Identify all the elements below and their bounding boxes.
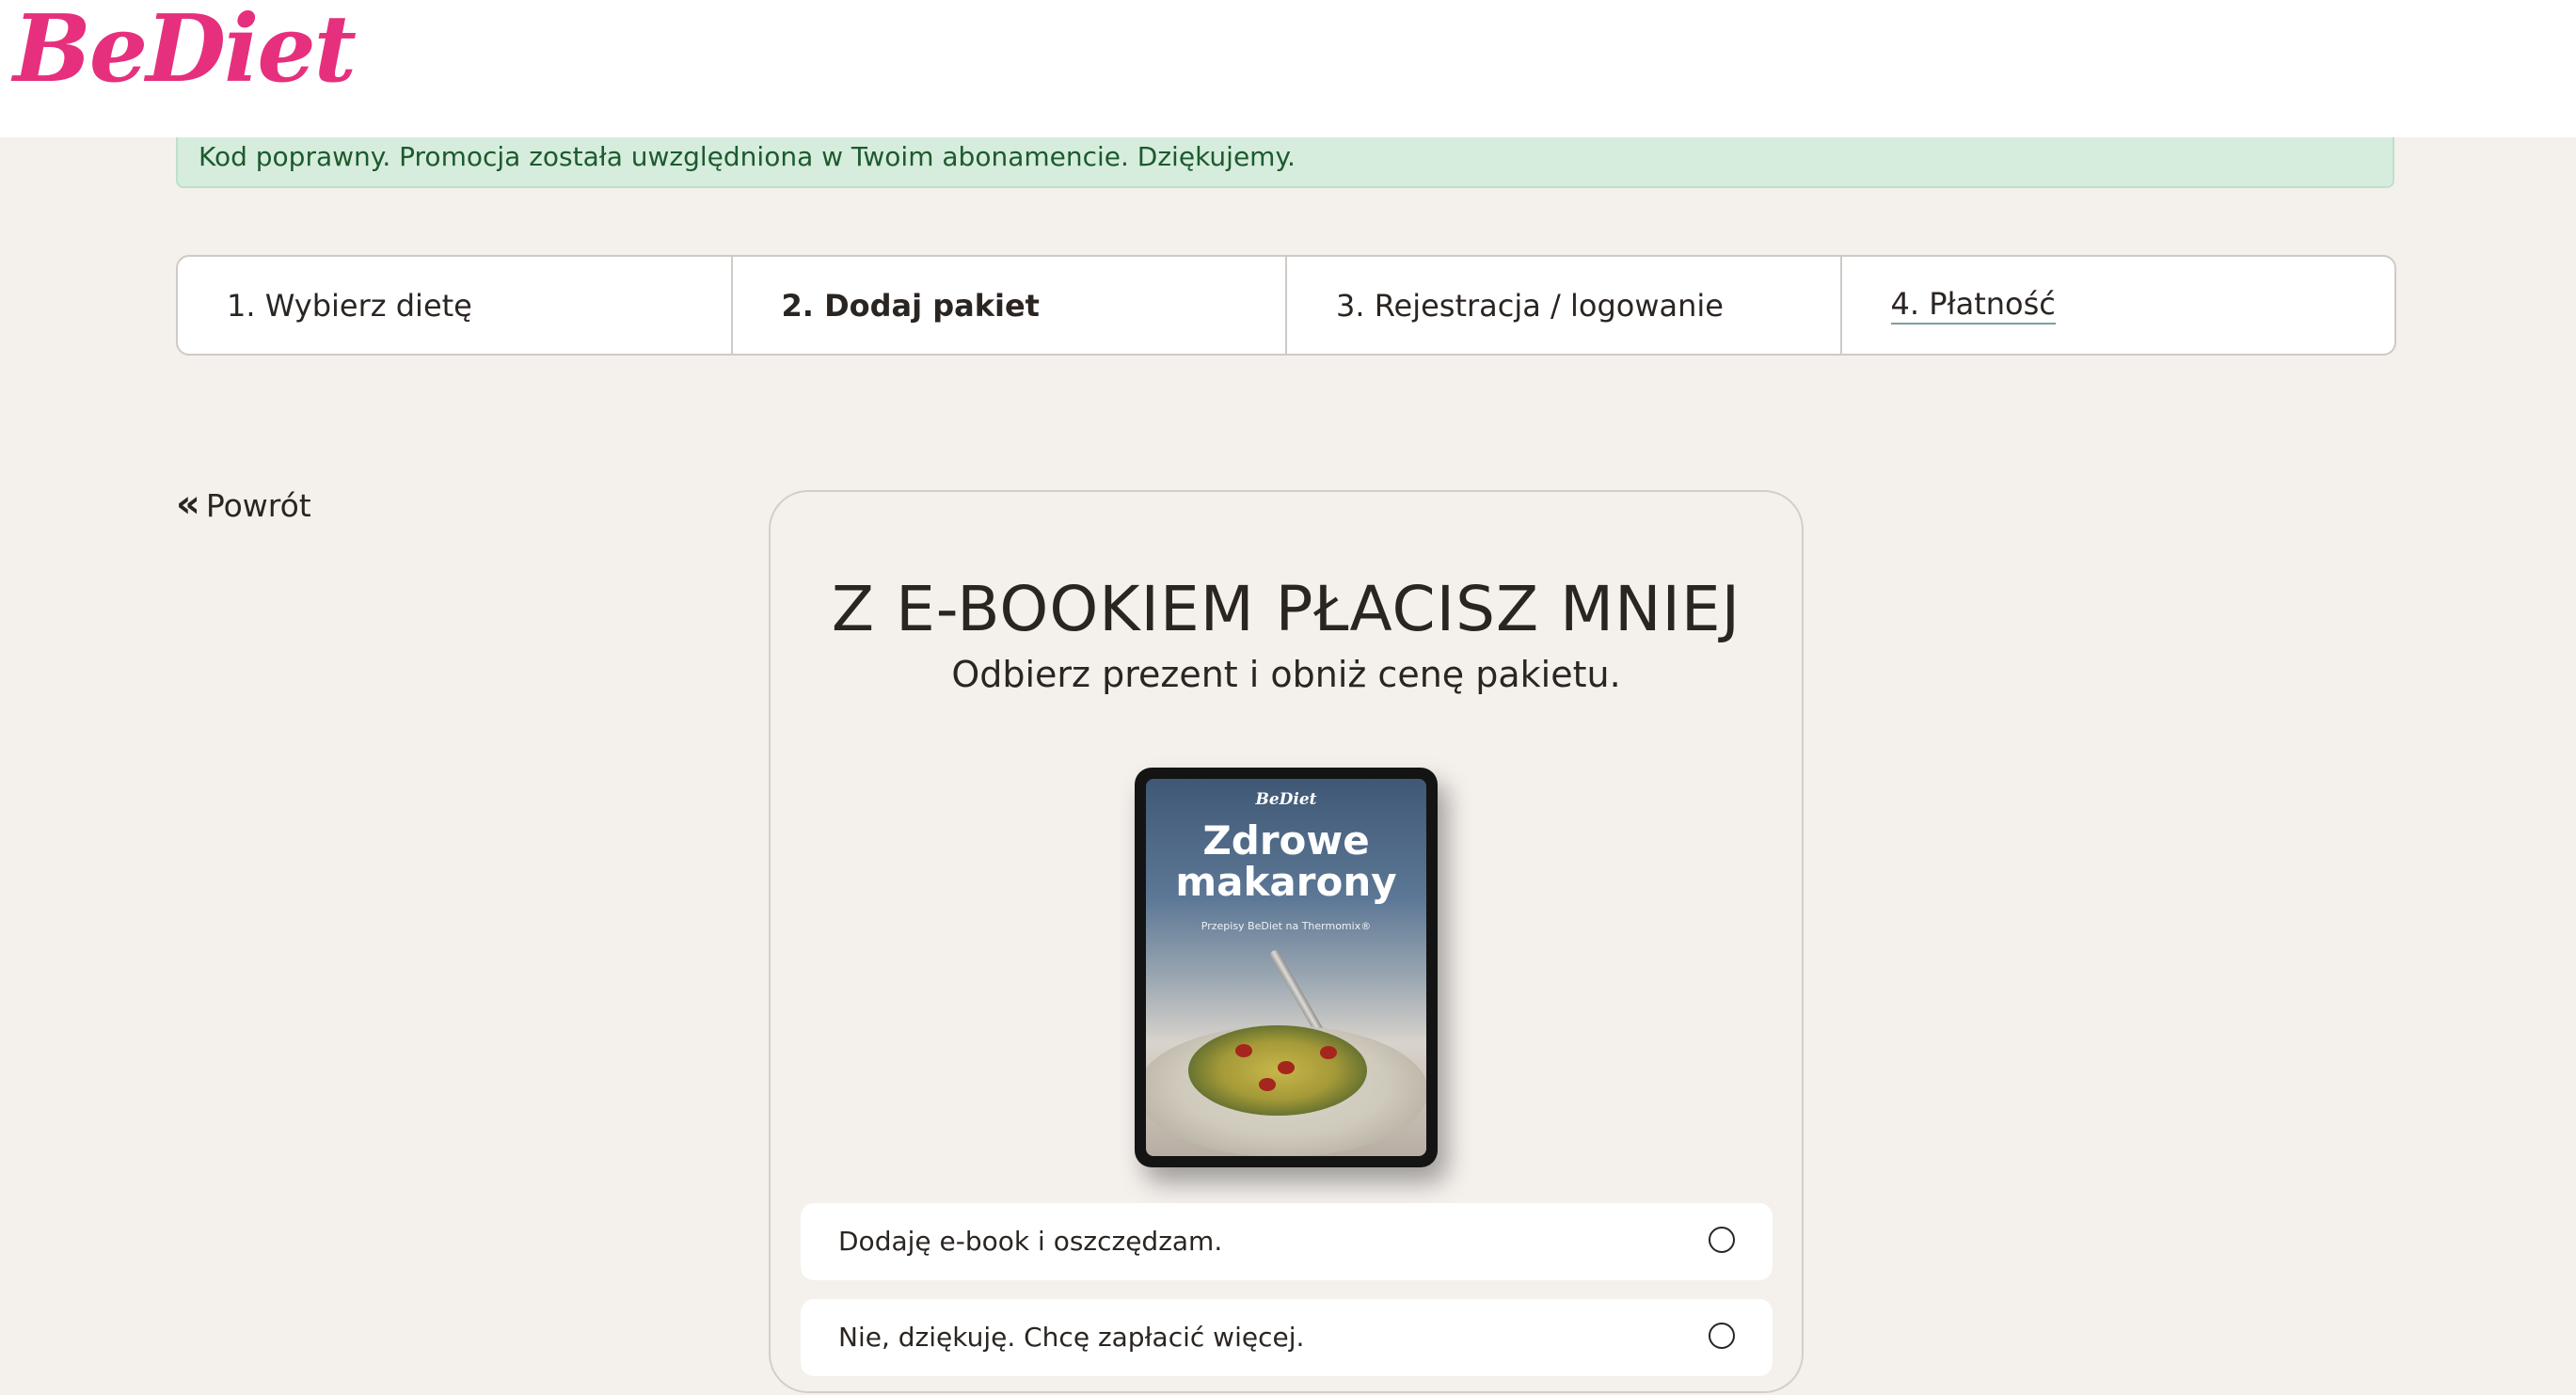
step-label: 3. Rejestracja / logowanie: [1336, 287, 1724, 324]
option-label: Dodaję e-book i oszczędzam.: [838, 1226, 1223, 1257]
step-label: 2. Dodaj pakiet: [781, 287, 1040, 324]
tomato-illustration: [1259, 1078, 1276, 1091]
step-choose-diet[interactable]: 1. Wybierz dietę: [178, 257, 733, 354]
step-label: 1. Wybierz dietę: [227, 287, 472, 324]
offer-title: Z E-BOOKIEM PŁACISZ MNIEJ: [831, 573, 1741, 645]
option-decline-ebook[interactable]: Nie, dziękuję. Chcę zapłacić więcej.: [801, 1299, 1773, 1376]
alert-message: Kod poprawny. Promocja została uwzględni…: [199, 141, 1296, 172]
tomato-illustration: [1235, 1044, 1252, 1057]
double-chevron-left-icon: «: [176, 482, 200, 526]
step-label: 4. Płatność: [1890, 286, 2056, 325]
option-add-ebook[interactable]: Dodaję e-book i oszczędzam.: [801, 1203, 1773, 1280]
tomato-illustration: [1320, 1046, 1337, 1059]
ebook-options: Dodaję e-book i oszczędzam. Nie, dziękuj…: [801, 1203, 1773, 1395]
option-label: Nie, dziękuję. Chcę zapłacić więcej.: [838, 1322, 1305, 1353]
checkout-steps: 1. Wybierz dietę 2. Dodaj pakiet 3. Reje…: [176, 255, 2396, 356]
step-registration-login[interactable]: 3. Rejestracja / logowanie: [1287, 257, 1842, 354]
back-link[interactable]: « Powrót: [176, 482, 311, 526]
ebook-brand: BeDiet: [1255, 790, 1317, 809]
step-add-package[interactable]: 2. Dodaj pakiet: [733, 257, 1287, 354]
ebook-title: Zdrowe makarony: [1175, 817, 1397, 905]
site-header: BeDiet: [0, 0, 2576, 137]
ebook-offer-card: Z E-BOOKIEM PŁACISZ MNIEJ Odbierz prezen…: [769, 490, 1804, 1393]
radio-button[interactable]: [1709, 1227, 1735, 1253]
ebook-cover-image: BeDiet Zdrowe makarony Przepisy BeDiet n…: [1135, 768, 1438, 1167]
back-label: Powrót: [205, 487, 311, 524]
tomato-illustration: [1278, 1061, 1295, 1074]
step-payment[interactable]: 4. Płatność: [1842, 257, 2395, 354]
offer-subtitle: Odbierz prezent i obniż cenę pakietu.: [951, 654, 1621, 695]
ebook-subtitle: Przepisy BeDiet na Thermomix®: [1201, 920, 1372, 932]
bediet-logo[interactable]: BeDiet: [13, 4, 357, 96]
